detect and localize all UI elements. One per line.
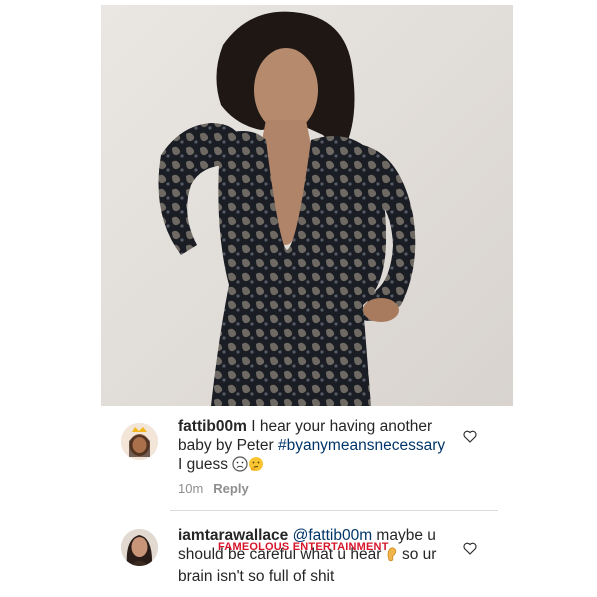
watermark: FAMEOLOUS ENTERTAINMENT: [218, 541, 389, 553]
post-photo: [101, 5, 513, 406]
comment-1-text-part3: I guess: [178, 456, 233, 473]
comment-2-text: iamtarawallace @fattib00m maybe u should…: [178, 526, 468, 586]
commenter-avatar-2[interactable]: [121, 529, 158, 566]
crowned-emoji-avatar-icon: [121, 423, 158, 460]
comment-divider: [170, 510, 498, 511]
comment-2-text-part4: brain isn't so full of shit: [178, 568, 335, 585]
comment-1-hashtag[interactable]: #byanymeansnecessary: [278, 437, 445, 454]
profile-photo-avatar-icon: [121, 529, 158, 566]
commenter-avatar-1[interactable]: [121, 423, 158, 460]
comment-1-username[interactable]: fattib00m: [178, 418, 247, 435]
comment-1-time: 10m: [178, 481, 204, 496]
thinking-face-emoji-icon: [248, 456, 264, 477]
comment-2-text-part3: so ur: [397, 546, 437, 563]
comment-1-reply-button[interactable]: Reply: [213, 481, 248, 496]
comment-1-text-part2: baby by Peter: [178, 437, 278, 454]
worried-face-emoji-icon: [232, 456, 248, 477]
post-photo-illustration: [101, 5, 513, 406]
like-heart-icon[interactable]: [463, 430, 477, 443]
comment-1-meta: 10m Reply: [178, 481, 249, 496]
like-heart-icon[interactable]: [463, 542, 477, 555]
comment-1-text-part1: I hear your having another: [246, 418, 433, 435]
comment-1-text: fattib00m I hear your having another bab…: [178, 417, 468, 477]
